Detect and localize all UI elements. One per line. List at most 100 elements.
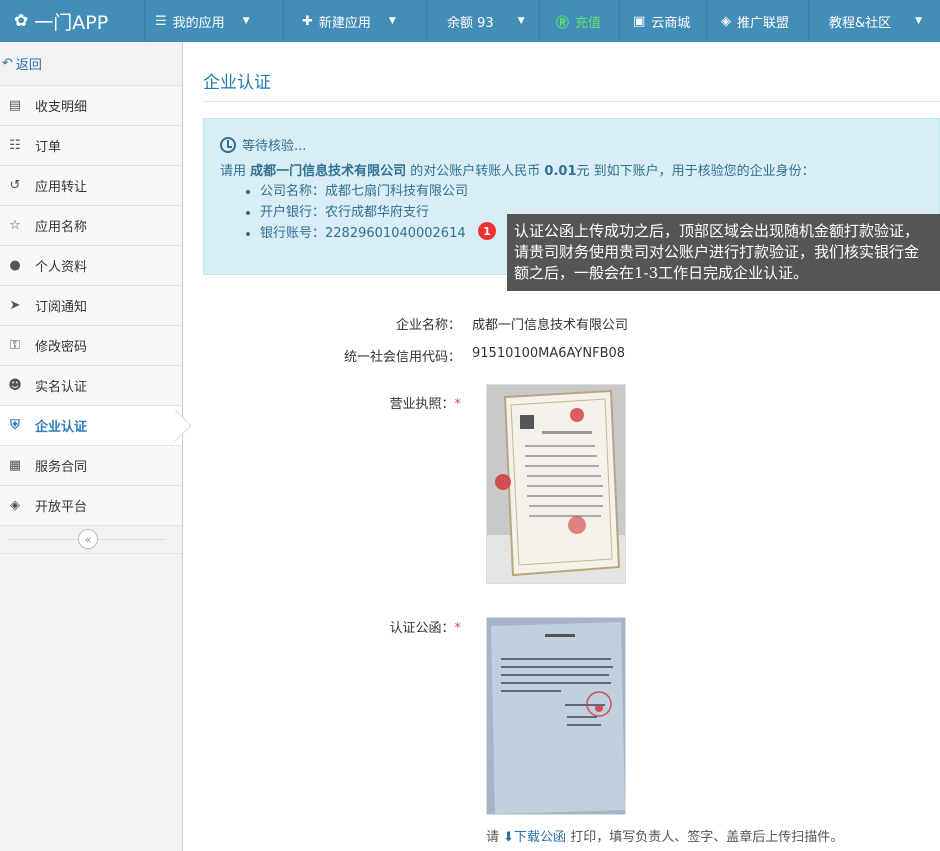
credit-code-row: 统一社会信用代码： 91510100MA6AYNFB08 bbox=[203, 346, 625, 365]
download-letter-link-text: 下载公函 bbox=[514, 830, 567, 845]
reply-arrow-icon: ↶ bbox=[2, 56, 13, 71]
sidebar-item-label: 收支明细 bbox=[35, 100, 88, 115]
sidebar-item-enterprise-verify[interactable]: ⛨ 企业认证 bbox=[0, 406, 182, 446]
sidebar-item-identity-verify[interactable]: ☻ 实名认证 bbox=[0, 366, 182, 406]
status-line: 等待核验... bbox=[220, 135, 923, 154]
nav-cloud-store[interactable]: ▣ 云商城 bbox=[620, 0, 707, 42]
document-icon: ☷ bbox=[9, 138, 21, 153]
nav-tutorial-label: 教程&社区 bbox=[829, 15, 892, 31]
instr-suffix: 元 到如下账户，用于核验您的企业身份： bbox=[576, 164, 815, 179]
license-label: 营业执照：* bbox=[203, 393, 473, 412]
step-badge: 1 bbox=[478, 222, 496, 240]
required-mark: * bbox=[454, 397, 462, 412]
company-name-label: 企业名称： bbox=[395, 318, 461, 333]
leaf-icon: ✿ bbox=[14, 11, 29, 31]
credit-code-label: 统一社会信用代码： bbox=[343, 350, 461, 365]
letter-label: 认证公函：* bbox=[203, 617, 473, 636]
status-text: 等待核验... bbox=[242, 139, 307, 154]
nav-affiliate-label: 推广联盟 bbox=[737, 15, 790, 31]
hint-suffix: 打印，填写负责人、签字、盖章后上传扫描件。 bbox=[566, 830, 844, 845]
sidebar-item-label: 个人资料 bbox=[35, 260, 88, 275]
top-navbar: ✿ 一门APP ☰ 我的应用 ▼ ✚ 新建应用 ▼ 余额 93 ▼ Ⓡ 充值 ▣… bbox=[0, 0, 940, 42]
sidebar-item-label: 服务合同 bbox=[35, 460, 88, 475]
clock-icon bbox=[220, 136, 236, 153]
nav-my-apps-label: 我的应用 bbox=[172, 15, 225, 31]
back-link[interactable]: ↶ 返回 bbox=[0, 42, 182, 86]
sidebar-item-label: 订阅通知 bbox=[35, 300, 88, 315]
license-photo-drawing bbox=[487, 385, 625, 583]
credit-code-value: 91510100MA6AYNFB08 bbox=[472, 346, 626, 361]
plus-icon: ✚ bbox=[302, 13, 313, 29]
recharge-icon: Ⓡ bbox=[556, 15, 570, 31]
sidebar-item-profile[interactable]: ● 个人资料 bbox=[0, 246, 182, 286]
layers-icon: ◈ bbox=[10, 498, 20, 513]
key-icon: ⚿ bbox=[10, 338, 20, 353]
sidebar-item-label: 应用名称 bbox=[35, 220, 88, 235]
contract-icon: ▦ bbox=[8, 458, 22, 473]
star-icon: ☆ bbox=[9, 218, 21, 233]
nav-new-app-label: 新建应用 bbox=[318, 15, 371, 31]
page-title: 企业认证 bbox=[203, 42, 940, 102]
nav-my-apps[interactable]: ☰ 我的应用 ▼ bbox=[145, 0, 284, 42]
store-icon: ▣ bbox=[633, 13, 646, 29]
license-label-text: 营业执照： bbox=[389, 397, 455, 412]
sidebar-item-transactions[interactable]: ▤ 收支明细 bbox=[0, 86, 182, 126]
company-name-value: 成都一门信息技术有限公司 bbox=[472, 318, 629, 333]
list-icon: ☰ bbox=[155, 13, 167, 29]
download-letter-link[interactable]: ⬇下载公函 bbox=[503, 830, 566, 845]
nav-recharge[interactable]: Ⓡ 充值 bbox=[540, 0, 620, 42]
back-label: 返回 bbox=[15, 58, 42, 73]
business-license-image[interactable] bbox=[486, 384, 626, 584]
letter-photo-drawing bbox=[487, 618, 625, 814]
diamond-icon: ◈ bbox=[721, 13, 731, 29]
license-row: 营业执照：* bbox=[203, 393, 473, 412]
sidebar-item-label: 修改密码 bbox=[35, 340, 88, 355]
sidebar-item-change-password[interactable]: ⚿ 修改密码 bbox=[0, 326, 182, 366]
sidebar-item-app-transfer[interactable]: ↺ 应用转让 bbox=[0, 166, 182, 206]
shield-icon: ⛨ bbox=[10, 418, 20, 433]
sidebar-collapse-bar: « bbox=[0, 526, 182, 554]
nav-recharge-label: 充值 bbox=[575, 15, 602, 31]
sidebar-item-service-contract[interactable]: ▦ 服务合同 bbox=[0, 446, 182, 486]
sidebar-item-label: 开放平台 bbox=[35, 500, 88, 515]
nav-cloud-store-label: 云商城 bbox=[651, 15, 691, 31]
nav-balance-label: 余额 93 bbox=[447, 15, 494, 31]
download-icon: ⬇ bbox=[503, 830, 515, 845]
transfer-amount: 0.01 bbox=[544, 164, 577, 179]
sidebar-item-label: 应用转让 bbox=[35, 180, 88, 195]
user-icon: ● bbox=[9, 258, 21, 273]
receipt-icon: ▤ bbox=[8, 98, 22, 113]
transfer-icon: ↺ bbox=[9, 178, 21, 193]
payer-company: 成都一门信息技术有限公司 bbox=[250, 164, 407, 179]
user-check-icon: ☻ bbox=[8, 378, 22, 393]
nav-balance[interactable]: 余额 93 ▼ bbox=[427, 0, 540, 42]
hint-prefix: 请 bbox=[486, 830, 504, 845]
company-name-row: 企业名称： 成都一门信息技术有限公司 bbox=[203, 314, 628, 333]
double-chevron-left-icon: « bbox=[84, 532, 92, 546]
nav-tutorial-community[interactable]: 教程&社区 ▼ bbox=[809, 0, 940, 42]
nav-new-app[interactable]: ✚ 新建应用 ▼ bbox=[284, 0, 427, 42]
caret-down-icon: ▼ bbox=[388, 16, 396, 26]
caret-down-icon: ▼ bbox=[517, 16, 525, 26]
brand-name: 一门APP bbox=[34, 11, 109, 34]
paper-plane-icon: ➤ bbox=[9, 298, 21, 313]
sidebar-item-open-platform[interactable]: ◈ 开放平台 bbox=[0, 486, 182, 526]
caret-down-icon: ▼ bbox=[242, 16, 250, 26]
brand-logo[interactable]: ✿ 一门APP bbox=[0, 0, 145, 42]
guide-tooltip: 认证公函上传成功之后，顶部区域会出现随机金额打款验证，请贵司财务使用贵司对公账户… bbox=[507, 214, 940, 291]
instr-prefix: 请用 bbox=[220, 164, 251, 179]
sidebar: ↶ 返回 ▤ 收支明细 ☷ 订单 ↺ 应用转让 ☆ 应用名称 ● 个人资料 ➤ … bbox=[0, 42, 183, 851]
sidebar-item-label: 订单 bbox=[35, 140, 62, 155]
caret-down-icon: ▼ bbox=[915, 16, 923, 26]
download-hint: 请 ⬇下载公函 打印，填写负责人、签字、盖章后上传扫描件。 bbox=[486, 826, 843, 845]
transfer-instructions: 请用 成都一门信息技术有限公司 的对公账户转账人民币 0.01元 到如下账户，用… bbox=[220, 160, 923, 179]
sidebar-item-app-name[interactable]: ☆ 应用名称 bbox=[0, 206, 182, 246]
authorization-letter-image[interactable] bbox=[486, 617, 626, 815]
nav-affiliate[interactable]: ◈ 推广联盟 bbox=[707, 0, 809, 42]
sidebar-item-orders[interactable]: ☷ 订单 bbox=[0, 126, 182, 166]
sidebar-item-label: 实名认证 bbox=[35, 380, 88, 395]
collapse-sidebar-button[interactable]: « bbox=[78, 529, 98, 549]
sidebar-item-notifications[interactable]: ➤ 订阅通知 bbox=[0, 286, 182, 326]
required-mark: * bbox=[454, 621, 462, 636]
letter-label-text: 认证公函： bbox=[389, 621, 455, 636]
